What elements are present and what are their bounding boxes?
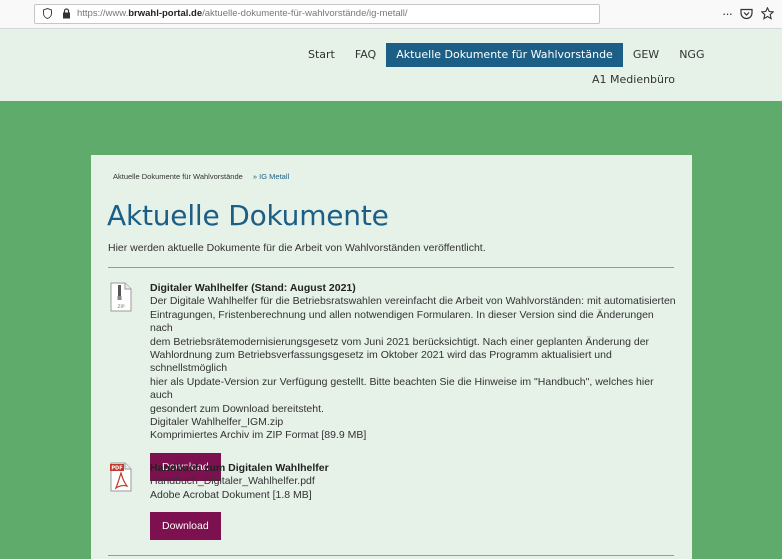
document-filetype: Adobe Acrobat Dokument [1.8 MB] <box>150 488 312 501</box>
download-button[interactable]: Download <box>150 512 221 541</box>
lock-icon[interactable] <box>62 8 71 19</box>
breadcrumb: Aktuelle Dokumente für Wahlvorstände » I… <box>113 172 289 181</box>
document-description-line: Wahlordnung zum Betriebsverfassungsgeset… <box>150 349 612 375</box>
page-intro: Hier werden aktuelle Dokumente für die A… <box>108 242 486 254</box>
document-description-line: dem Betriebsrätemodernisierungsgesetz vo… <box>150 335 650 348</box>
nav-item-start[interactable]: Start <box>298 43 345 67</box>
document-description-line: hier als Update-Version zur Verfügung ge… <box>150 375 654 402</box>
nav-item-gew[interactable]: GEW <box>623 43 669 67</box>
breadcrumb-separator: » <box>252 172 258 181</box>
browser-toolbar: https://www.brwahl-portal.de/aktuelle-do… <box>0 0 782 29</box>
pdf-file-icon: PDF <box>110 462 132 492</box>
page-title: Aktuelle Dokumente <box>107 199 389 232</box>
breadcrumb-parent[interactable]: Aktuelle Dokumente für Wahlvorstände <box>113 172 243 181</box>
breadcrumb-current[interactable]: IG Metall <box>259 172 289 181</box>
main-navigation: Start FAQ Aktuelle Dokumente für Wahlvor… <box>298 43 714 67</box>
url-path: /aktuelle-dokumente-für-wahlvorstände/ig… <box>202 8 408 19</box>
pdf-icon-label: PDF <box>111 466 122 472</box>
document-description-line: Der Digitale Wahlhelfer für die Betriebs… <box>150 295 676 308</box>
zip-file-icon: ZIP <box>110 282 132 312</box>
zip-icon-label: ZIP <box>117 304 124 310</box>
nav-item-faq[interactable]: FAQ <box>345 43 386 67</box>
divider <box>108 555 674 556</box>
document-filetype: Komprimiertes Archiv im ZIP Format [89.9… <box>150 429 367 442</box>
pocket-icon[interactable] <box>740 8 753 20</box>
site-header: Start FAQ Aktuelle Dokumente für Wahlvor… <box>0 29 782 101</box>
document-body: Digitaler Wahlhelfer (Stand: August 2021… <box>150 282 678 481</box>
document-description-line: Eintragungen, Fristenberechnung und alle… <box>150 308 654 335</box>
document-title[interactable]: Handbuch zum Digitalen Wahlhelfer <box>150 462 678 475</box>
url-domain: brwahl-portal.de <box>128 8 203 19</box>
divider <box>108 267 674 268</box>
page-actions-icon[interactable]: ··· <box>722 6 733 21</box>
document-title[interactable]: Digitaler Wahlhelfer (Stand: August 2021… <box>150 282 678 295</box>
url-prefix: https://www. <box>77 8 129 19</box>
document-filename: Handbuch_Digitaler_Wahlhelfer.pdf <box>150 475 315 488</box>
content-panel: Aktuelle Dokumente für Wahlvorstände » I… <box>91 155 692 559</box>
nav-item-aktuelle-dokumente[interactable]: Aktuelle Dokumente für Wahlvorstände <box>386 43 623 67</box>
nav-item-ngg[interactable]: NGG <box>669 43 714 67</box>
document-filename: Digitaler Wahlhelfer_IGM.zip <box>150 416 284 429</box>
url-bar[interactable]: https://www.brwahl-portal.de/aktuelle-do… <box>34 4 600 24</box>
bookmark-star-icon[interactable] <box>761 7 774 20</box>
document-description-line: gesondert zum Download bereitsteht. <box>150 402 324 415</box>
document-body: Handbuch zum Digitalen Wahlhelfer Handbu… <box>150 462 678 541</box>
nav-item-a1-medienbuero[interactable]: A1 Medienbüro <box>587 73 680 86</box>
shield-icon[interactable] <box>43 8 52 19</box>
